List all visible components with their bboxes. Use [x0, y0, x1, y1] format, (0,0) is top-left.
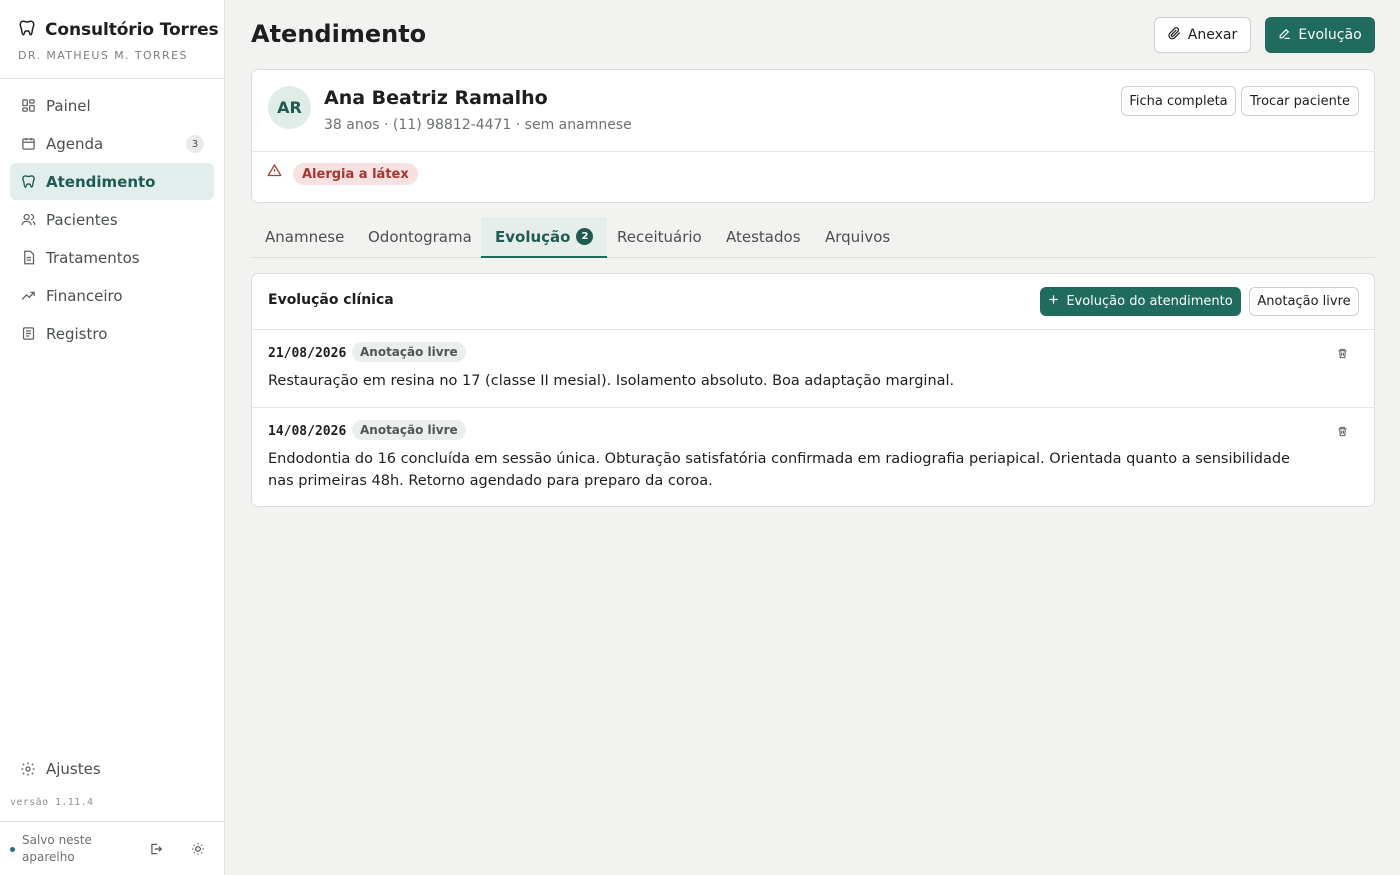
entry-date: 14/08/2026 [268, 424, 347, 439]
tab-anamnese[interactable]: Anamnese [251, 217, 358, 257]
brand-name: Consultório Torres [45, 20, 219, 40]
sidebar-footer: Salvo neste aparelho [0, 821, 225, 875]
allergy-badge: Alergia a látex [293, 163, 418, 185]
tab-label: Receituário [617, 228, 702, 246]
sidebar-nav: Painel Agenda 3 Atendimento Pacientes Tr… [0, 79, 224, 352]
paperclip-icon [1168, 26, 1181, 44]
tab-label: Arquivos [825, 228, 891, 246]
sidebar-item-label: Tratamentos [46, 248, 140, 267]
page-title: Atendimento [251, 20, 427, 48]
sidebar-item-label: Agenda [46, 134, 104, 153]
tooth-icon [20, 174, 36, 190]
entry-tag: Anotação livre [352, 342, 466, 362]
evolution-card: Evolução clínica Evolução do atendimento… [251, 273, 1375, 507]
theme-toggle-sun-icon[interactable] [187, 838, 209, 860]
tab-evolucao[interactable]: Evolução 2 [481, 217, 608, 258]
tab-bar: Anamnese Odontograma Evolução 2 Receituá… [251, 217, 1375, 258]
version-text: versão 1.11.4 [10, 797, 94, 808]
attach-button[interactable]: Anexar [1154, 17, 1251, 53]
warning-icon [267, 163, 282, 182]
tab-label: Evolução [495, 227, 571, 246]
pencil-icon [1278, 27, 1291, 44]
main-content: Atendimento Anexar Evolução AR Ana Beatr… [226, 0, 1400, 875]
tooth-logo-icon [18, 19, 36, 41]
brand-subtitle: DR. MATHEUS M. TORRES [18, 49, 188, 62]
trash-icon[interactable] [1334, 423, 1350, 439]
sidebar-item-label: Pacientes [46, 210, 118, 229]
sidebar-item-tratamentos[interactable]: Tratamentos [10, 239, 214, 276]
patient-meta: 38 anos · (11) 98812-4471 · sem anamnese [324, 117, 632, 133]
sidebar-item-label: Registro [46, 324, 108, 343]
sidebar-item-label: Ajustes [46, 759, 101, 778]
document-icon [20, 250, 36, 266]
entry-date: 21/08/2026 [268, 346, 347, 361]
patient-card: AR Ana Beatriz Ramalho 38 anos · (11) 98… [251, 69, 1375, 203]
evolution-label: Evolução [1298, 27, 1362, 43]
sidebar-item-ajustes[interactable]: Ajustes [10, 750, 215, 787]
tab-label: Atestados [726, 228, 801, 246]
list-icon [20, 326, 36, 342]
divider [252, 151, 1374, 152]
avatar: AR [268, 86, 311, 129]
gear-icon [20, 761, 36, 777]
sidebar-item-label: Atendimento [46, 172, 156, 191]
add-evolution-label: Evolução do atendimento [1066, 294, 1233, 309]
add-evolution-button[interactable]: Evolução do atendimento [1040, 287, 1241, 316]
list-item: 14/08/2026 Anotação livre Endodontia do … [252, 408, 1374, 507]
sidebar-item-agenda[interactable]: Agenda 3 [10, 125, 214, 162]
attach-label: Anexar [1187, 27, 1238, 43]
tab-odontograma[interactable]: Odontograma [354, 217, 486, 257]
sync-status-dot [10, 847, 15, 852]
entry-tag: Anotação livre [352, 420, 466, 440]
sidebar-item-label: Financeiro [46, 286, 123, 305]
agenda-count-badge: 3 [186, 135, 204, 153]
tab-label: Anamnese [265, 228, 345, 246]
tab-count-badge: 2 [576, 228, 594, 245]
entry-text: Endodontia do 16 concluída em sessão úni… [268, 451, 1290, 489]
tab-label: Odontograma [368, 228, 472, 246]
switch-patient-button[interactable]: Trocar paciente [1241, 86, 1359, 116]
list-item: 21/08/2026 Anotação livre Restauração em… [252, 330, 1374, 408]
evolution-title: Evolução clínica [268, 292, 394, 308]
tab-receituario[interactable]: Receituário [603, 217, 716, 257]
free-note-button[interactable]: Anotação livre [1249, 287, 1359, 316]
evolution-header: Evolução clínica Evolução do atendimento… [252, 274, 1374, 330]
tab-atestados[interactable]: Atestados [712, 217, 815, 257]
entry-text: Restauração em resina no 17 (classe II m… [268, 373, 955, 389]
sidebar-item-financeiro[interactable]: Financeiro [10, 277, 214, 314]
calendar-icon [20, 136, 36, 152]
patient-name: Ana Beatriz Ramalho [324, 87, 548, 109]
sidebar-item-pacientes[interactable]: Pacientes [10, 201, 214, 238]
logout-icon[interactable] [145, 838, 167, 860]
new-evolution-button[interactable]: Evolução [1265, 17, 1375, 53]
trending-up-icon [20, 288, 36, 304]
trash-icon[interactable] [1334, 345, 1350, 361]
sidebar: Consultório Torres DR. MATHEUS M. TORRES… [0, 0, 225, 875]
plus-icon [1048, 294, 1059, 309]
brand: Consultório Torres DR. MATHEUS M. TORRES [0, 0, 224, 79]
tab-arquivos[interactable]: Arquivos [811, 217, 904, 257]
save-status-text: Salvo neste aparelho [22, 833, 92, 864]
sidebar-item-label: Painel [46, 96, 91, 115]
users-icon [20, 212, 36, 228]
sidebar-item-registro[interactable]: Registro [10, 315, 214, 352]
sidebar-item-atendimento[interactable]: Atendimento [10, 163, 214, 200]
dashboard-icon [20, 98, 36, 114]
full-record-button[interactable]: Ficha completa [1121, 86, 1236, 116]
sidebar-item-painel[interactable]: Painel [10, 87, 214, 124]
